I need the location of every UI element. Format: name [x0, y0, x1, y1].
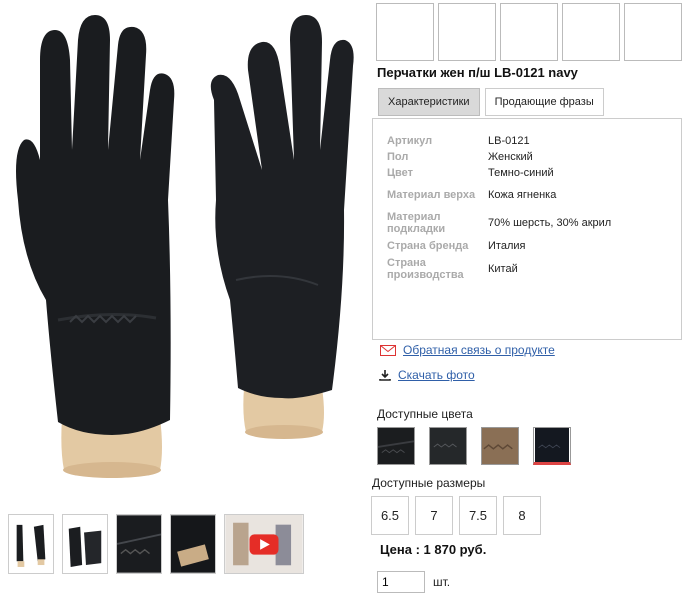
color-swatches: [377, 427, 571, 465]
spec-value: Женский: [488, 151, 533, 163]
tab-selling-phrases[interactable]: Продающие фразы: [484, 88, 604, 116]
color-swatch-navy[interactable]: [533, 427, 571, 465]
spec-value: Темно-синий: [488, 167, 554, 179]
gallery-slot[interactable]: [624, 3, 682, 61]
color-swatch-brown[interactable]: [481, 427, 519, 465]
thumbnail-label[interactable]: [170, 514, 216, 574]
spec-row: Страна бренда Италия: [387, 237, 611, 255]
envelope-icon: [380, 344, 396, 356]
gallery-slot[interactable]: [438, 3, 496, 61]
spec-value: Китай: [488, 263, 518, 275]
spec-key: Артикул: [387, 135, 433, 147]
price: Цена : 1 870 руб.: [380, 542, 487, 557]
feedback-link[interactable]: Обратная связь о продукте: [403, 343, 555, 357]
thumbnail-strip: [8, 514, 304, 574]
size-option[interactable]: 6.5: [371, 496, 409, 535]
thumbnail-gloves-flat[interactable]: [62, 514, 108, 574]
thumbnail-video[interactable]: [224, 514, 304, 574]
quantity-input[interactable]: [377, 571, 425, 593]
size-option[interactable]: 7: [415, 496, 453, 535]
gallery-slot[interactable]: [500, 3, 558, 61]
quantity-unit: шт.: [433, 575, 451, 589]
size-options: 6.5 7 7.5 8: [371, 496, 541, 535]
spec-key: Материал верха: [387, 189, 476, 201]
spec-row: Цвет Темно-синий: [387, 165, 611, 181]
spec-row: Пол Женский: [387, 149, 611, 165]
spec-row: Материал верха Кожа ягненка: [387, 181, 611, 209]
tab-characteristics[interactable]: Характеристики: [378, 88, 480, 116]
spec-table: Артикул LB-0121 Пол Женский Цвет Темно-с…: [387, 133, 611, 283]
spec-value: Кожа ягненка: [488, 189, 557, 201]
thumbnail-detail-stitch[interactable]: [116, 514, 162, 574]
quantity-row: шт.: [377, 571, 450, 593]
spec-row: Страна производства Китай: [387, 255, 611, 283]
spec-key: Страна производства: [387, 257, 464, 281]
spec-key: Материал подкладки: [387, 211, 446, 235]
spec-value: LB-0121: [488, 135, 530, 147]
spec-value: Италия: [488, 240, 526, 252]
download-photo-link[interactable]: Скачать фото: [398, 368, 475, 382]
tab-bar: Характеристики Продающие фразы: [378, 88, 604, 116]
color-swatch-black[interactable]: [377, 427, 415, 465]
spec-value: 70% шерсть, 30% акрил: [488, 217, 612, 229]
download-link-row: Скачать фото: [379, 368, 475, 382]
spec-key: Пол: [387, 151, 409, 163]
size-option[interactable]: 8: [503, 496, 541, 535]
download-icon: [379, 370, 391, 381]
spec-key: Цвет: [387, 167, 414, 179]
main-product-image[interactable]: [0, 0, 360, 500]
thumbnail-gloves-pair[interactable]: [8, 514, 54, 574]
spec-row: Материал подкладки 70% шерсть, 30% акрил: [387, 209, 611, 237]
gallery-slot[interactable]: [562, 3, 620, 61]
size-option[interactable]: 7.5: [459, 496, 497, 535]
spec-key: Страна бренда: [387, 240, 469, 252]
feedback-link-row: Обратная связь о продукте: [380, 343, 555, 357]
gallery-placeholders: [376, 3, 682, 61]
spec-row: Артикул LB-0121: [387, 133, 611, 149]
available-colors-label: Доступные цвета: [377, 407, 473, 421]
gallery-slot[interactable]: [376, 3, 434, 61]
product-title: Перчатки жен п/ш LB-0121 navy: [377, 65, 578, 80]
characteristics-panel: Артикул LB-0121 Пол Женский Цвет Темно-с…: [372, 118, 682, 340]
available-sizes-label: Доступные размеры: [372, 476, 486, 490]
color-swatch-dark-grey[interactable]: [429, 427, 467, 465]
